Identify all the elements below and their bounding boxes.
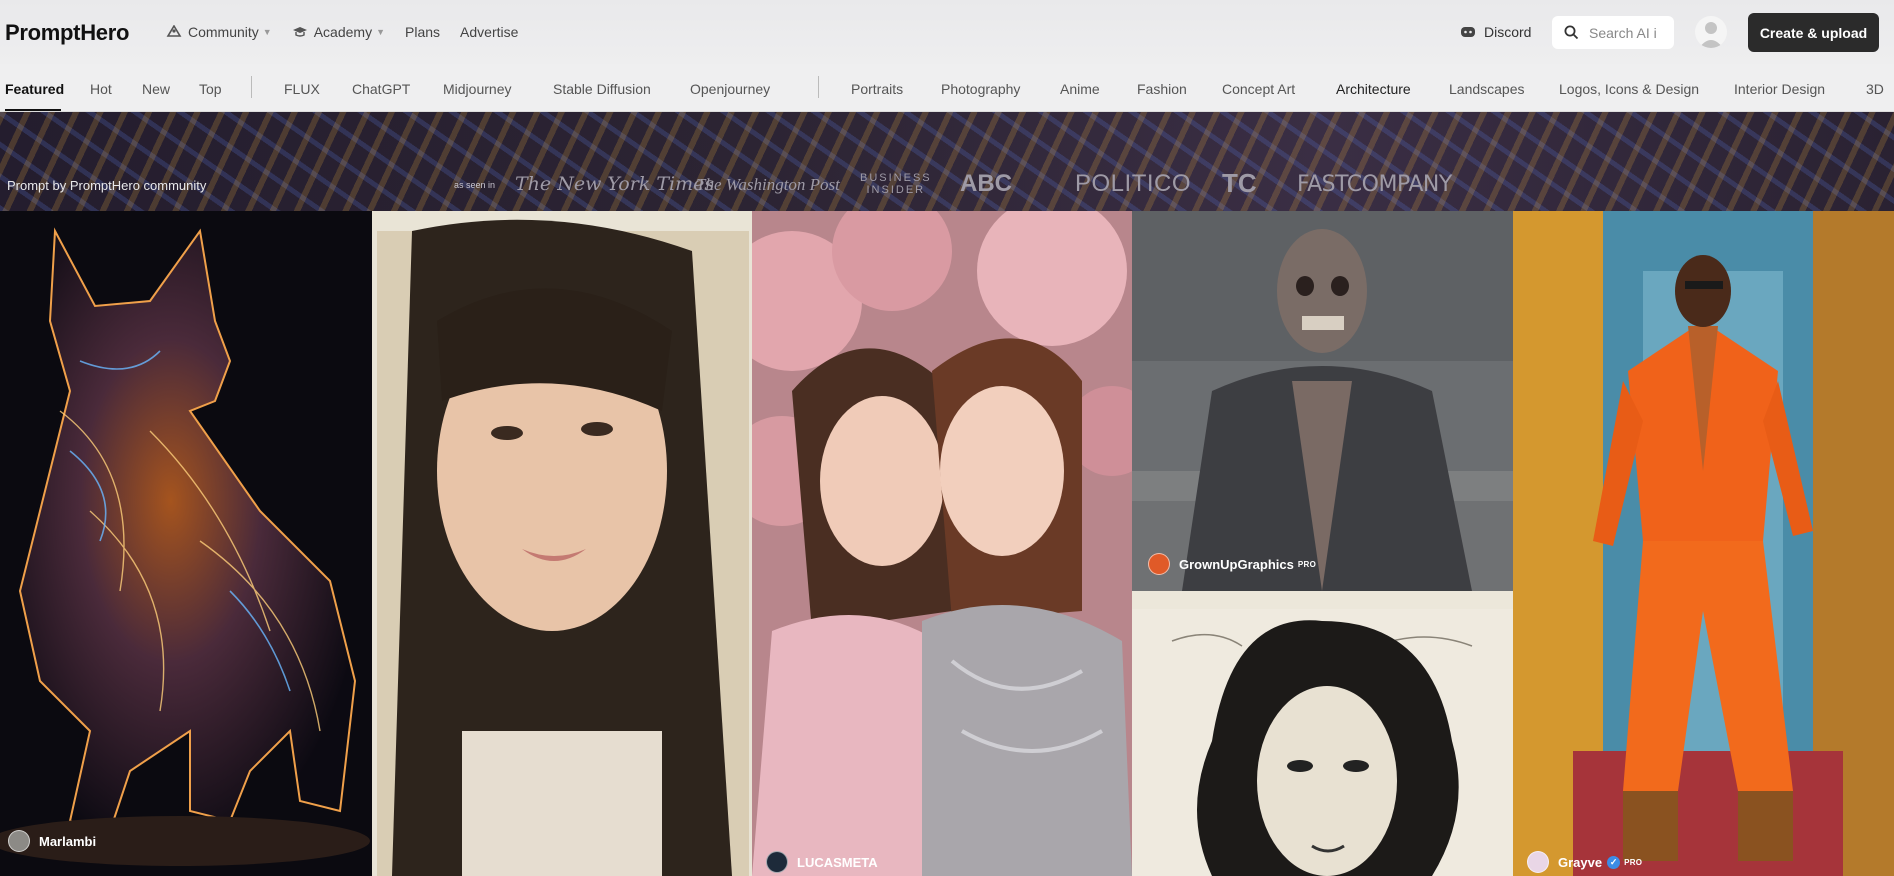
tab-featured[interactable]: Featured bbox=[5, 81, 64, 97]
create-upload-button[interactable]: Create & upload bbox=[1748, 13, 1879, 52]
nav-plans-label: Plans bbox=[405, 24, 441, 40]
banner-credit: Prompt by PromptHero community bbox=[7, 178, 207, 193]
graduation-cap-icon bbox=[292, 27, 307, 37]
tab-fashion[interactable]: Fashion bbox=[1137, 81, 1187, 97]
discord-label: Discord bbox=[1484, 24, 1532, 40]
tab-3d[interactable]: 3D bbox=[1866, 81, 1884, 97]
hero-banner: Prompt by PromptHero community as seen i… bbox=[0, 112, 1894, 211]
gallery-card-fox[interactable]: Marlambi bbox=[0, 211, 372, 876]
tab-flux[interactable]: FLUX bbox=[284, 81, 320, 97]
pro-badge: PRO bbox=[1624, 857, 1643, 867]
nav-academy-label: Academy bbox=[313, 24, 373, 40]
author-name: GrownUpGraphics bbox=[1179, 556, 1294, 572]
card-author[interactable]: Marlambi bbox=[8, 830, 96, 852]
community-icon bbox=[166, 25, 182, 37]
chevron-down-icon: ▼ bbox=[376, 27, 385, 37]
nav-community-label: Community bbox=[188, 24, 259, 40]
zombie-image bbox=[1132, 211, 1513, 591]
press-logo-fast-company: FASTCOMPANY bbox=[1297, 172, 1452, 197]
tab-hot[interactable]: Hot bbox=[90, 81, 112, 97]
nav-advertise-label: Advertise bbox=[460, 24, 519, 40]
press-logo-business-insider: BUSINESS INSIDER bbox=[860, 172, 932, 196]
discord-link[interactable]: Discord bbox=[1460, 24, 1531, 40]
tab-concept-art[interactable]: Concept Art bbox=[1222, 81, 1295, 97]
nav-plans[interactable]: Plans bbox=[405, 24, 440, 40]
orange-suit-image bbox=[1513, 211, 1894, 876]
tab-divider bbox=[251, 76, 252, 98]
tab-landscapes[interactable]: Landscapes bbox=[1449, 81, 1525, 97]
user-avatar[interactable] bbox=[1695, 16, 1727, 48]
tab-stable-diffusion[interactable]: Stable Diffusion bbox=[553, 81, 651, 97]
card-author[interactable]: GrownUpGraphics PRO bbox=[1148, 553, 1316, 575]
tab-midjourney[interactable]: Midjourney bbox=[443, 81, 511, 97]
tab-top[interactable]: Top bbox=[199, 81, 222, 97]
author-avatar bbox=[1527, 851, 1549, 873]
author-avatar bbox=[8, 830, 30, 852]
press-logo-nyt: The New York Times bbox=[515, 173, 715, 195]
sketch-image bbox=[1132, 591, 1513, 876]
tab-logos-icons-design[interactable]: Logos, Icons & Design bbox=[1559, 81, 1699, 97]
gallery-card-zombie[interactable]: GrownUpGraphics PRO bbox=[1132, 211, 1513, 591]
author-avatar bbox=[766, 851, 788, 873]
search-box[interactable] bbox=[1552, 16, 1674, 49]
search-icon bbox=[1564, 25, 1579, 40]
press-logo-washington-post: The Washington Post bbox=[696, 175, 840, 194]
nav-community[interactable]: Community ▼ bbox=[166, 24, 272, 40]
gallery-card-balloons[interactable]: LUCASMETA bbox=[752, 211, 1132, 876]
press-logo-abc: ABC bbox=[960, 170, 1012, 197]
gallery-card-portrait[interactable] bbox=[372, 211, 752, 876]
card-author[interactable]: Grayve ✓ PRO bbox=[1527, 851, 1642, 873]
tab-divider bbox=[818, 76, 819, 98]
author-name: Grayve bbox=[1558, 854, 1603, 870]
discord-icon bbox=[1461, 27, 1475, 37]
nav-advertise[interactable]: Advertise bbox=[460, 24, 518, 40]
nav-academy[interactable]: Academy ▼ bbox=[292, 24, 385, 40]
card-author[interactable]: LUCASMETA bbox=[766, 851, 878, 873]
tab-interior-design[interactable]: Interior Design bbox=[1734, 81, 1825, 97]
category-tabs: Featured Hot New Top FLUX ChatGPT Midjou… bbox=[0, 64, 1894, 112]
pro-badge: PRO bbox=[1297, 559, 1317, 569]
logo[interactable]: PromptHero bbox=[5, 20, 129, 46]
tab-anime[interactable]: Anime bbox=[1060, 81, 1100, 97]
as-seen-in-label: as seen in bbox=[454, 180, 496, 190]
verified-icon: ✓ bbox=[1607, 855, 1621, 869]
tab-chatgpt[interactable]: ChatGPT bbox=[352, 81, 410, 97]
top-header: PromptHero Community ▼ Academy ▼ Plans A… bbox=[0, 0, 1894, 64]
tab-photography[interactable]: Photography bbox=[941, 81, 1020, 97]
main-nav: Community ▼ Academy ▼ Plans Advertise bbox=[166, 24, 538, 40]
author-avatar bbox=[1148, 553, 1170, 575]
gallery-card-orange-suit[interactable]: Grayve ✓ PRO bbox=[1513, 211, 1894, 876]
user-icon bbox=[1699, 22, 1723, 48]
search-input[interactable] bbox=[1589, 24, 1661, 41]
author-name: LUCASMETA bbox=[797, 854, 878, 870]
press-logo-politico: POLITICO bbox=[1075, 170, 1192, 197]
author-name: Marlambi bbox=[39, 833, 97, 849]
press-logo-techcrunch: TC bbox=[1222, 168, 1257, 198]
tab-architecture[interactable]: Architecture bbox=[1336, 81, 1411, 97]
gallery-card-sketch[interactable] bbox=[1132, 591, 1513, 876]
fox-image bbox=[0, 211, 372, 876]
tab-new[interactable]: New bbox=[142, 81, 170, 97]
chevron-down-icon: ▼ bbox=[262, 27, 272, 37]
tab-openjourney[interactable]: Openjourney bbox=[690, 81, 770, 97]
balloons-image bbox=[752, 211, 1132, 876]
tab-portraits[interactable]: Portraits bbox=[851, 81, 903, 97]
portrait-image bbox=[372, 211, 752, 876]
